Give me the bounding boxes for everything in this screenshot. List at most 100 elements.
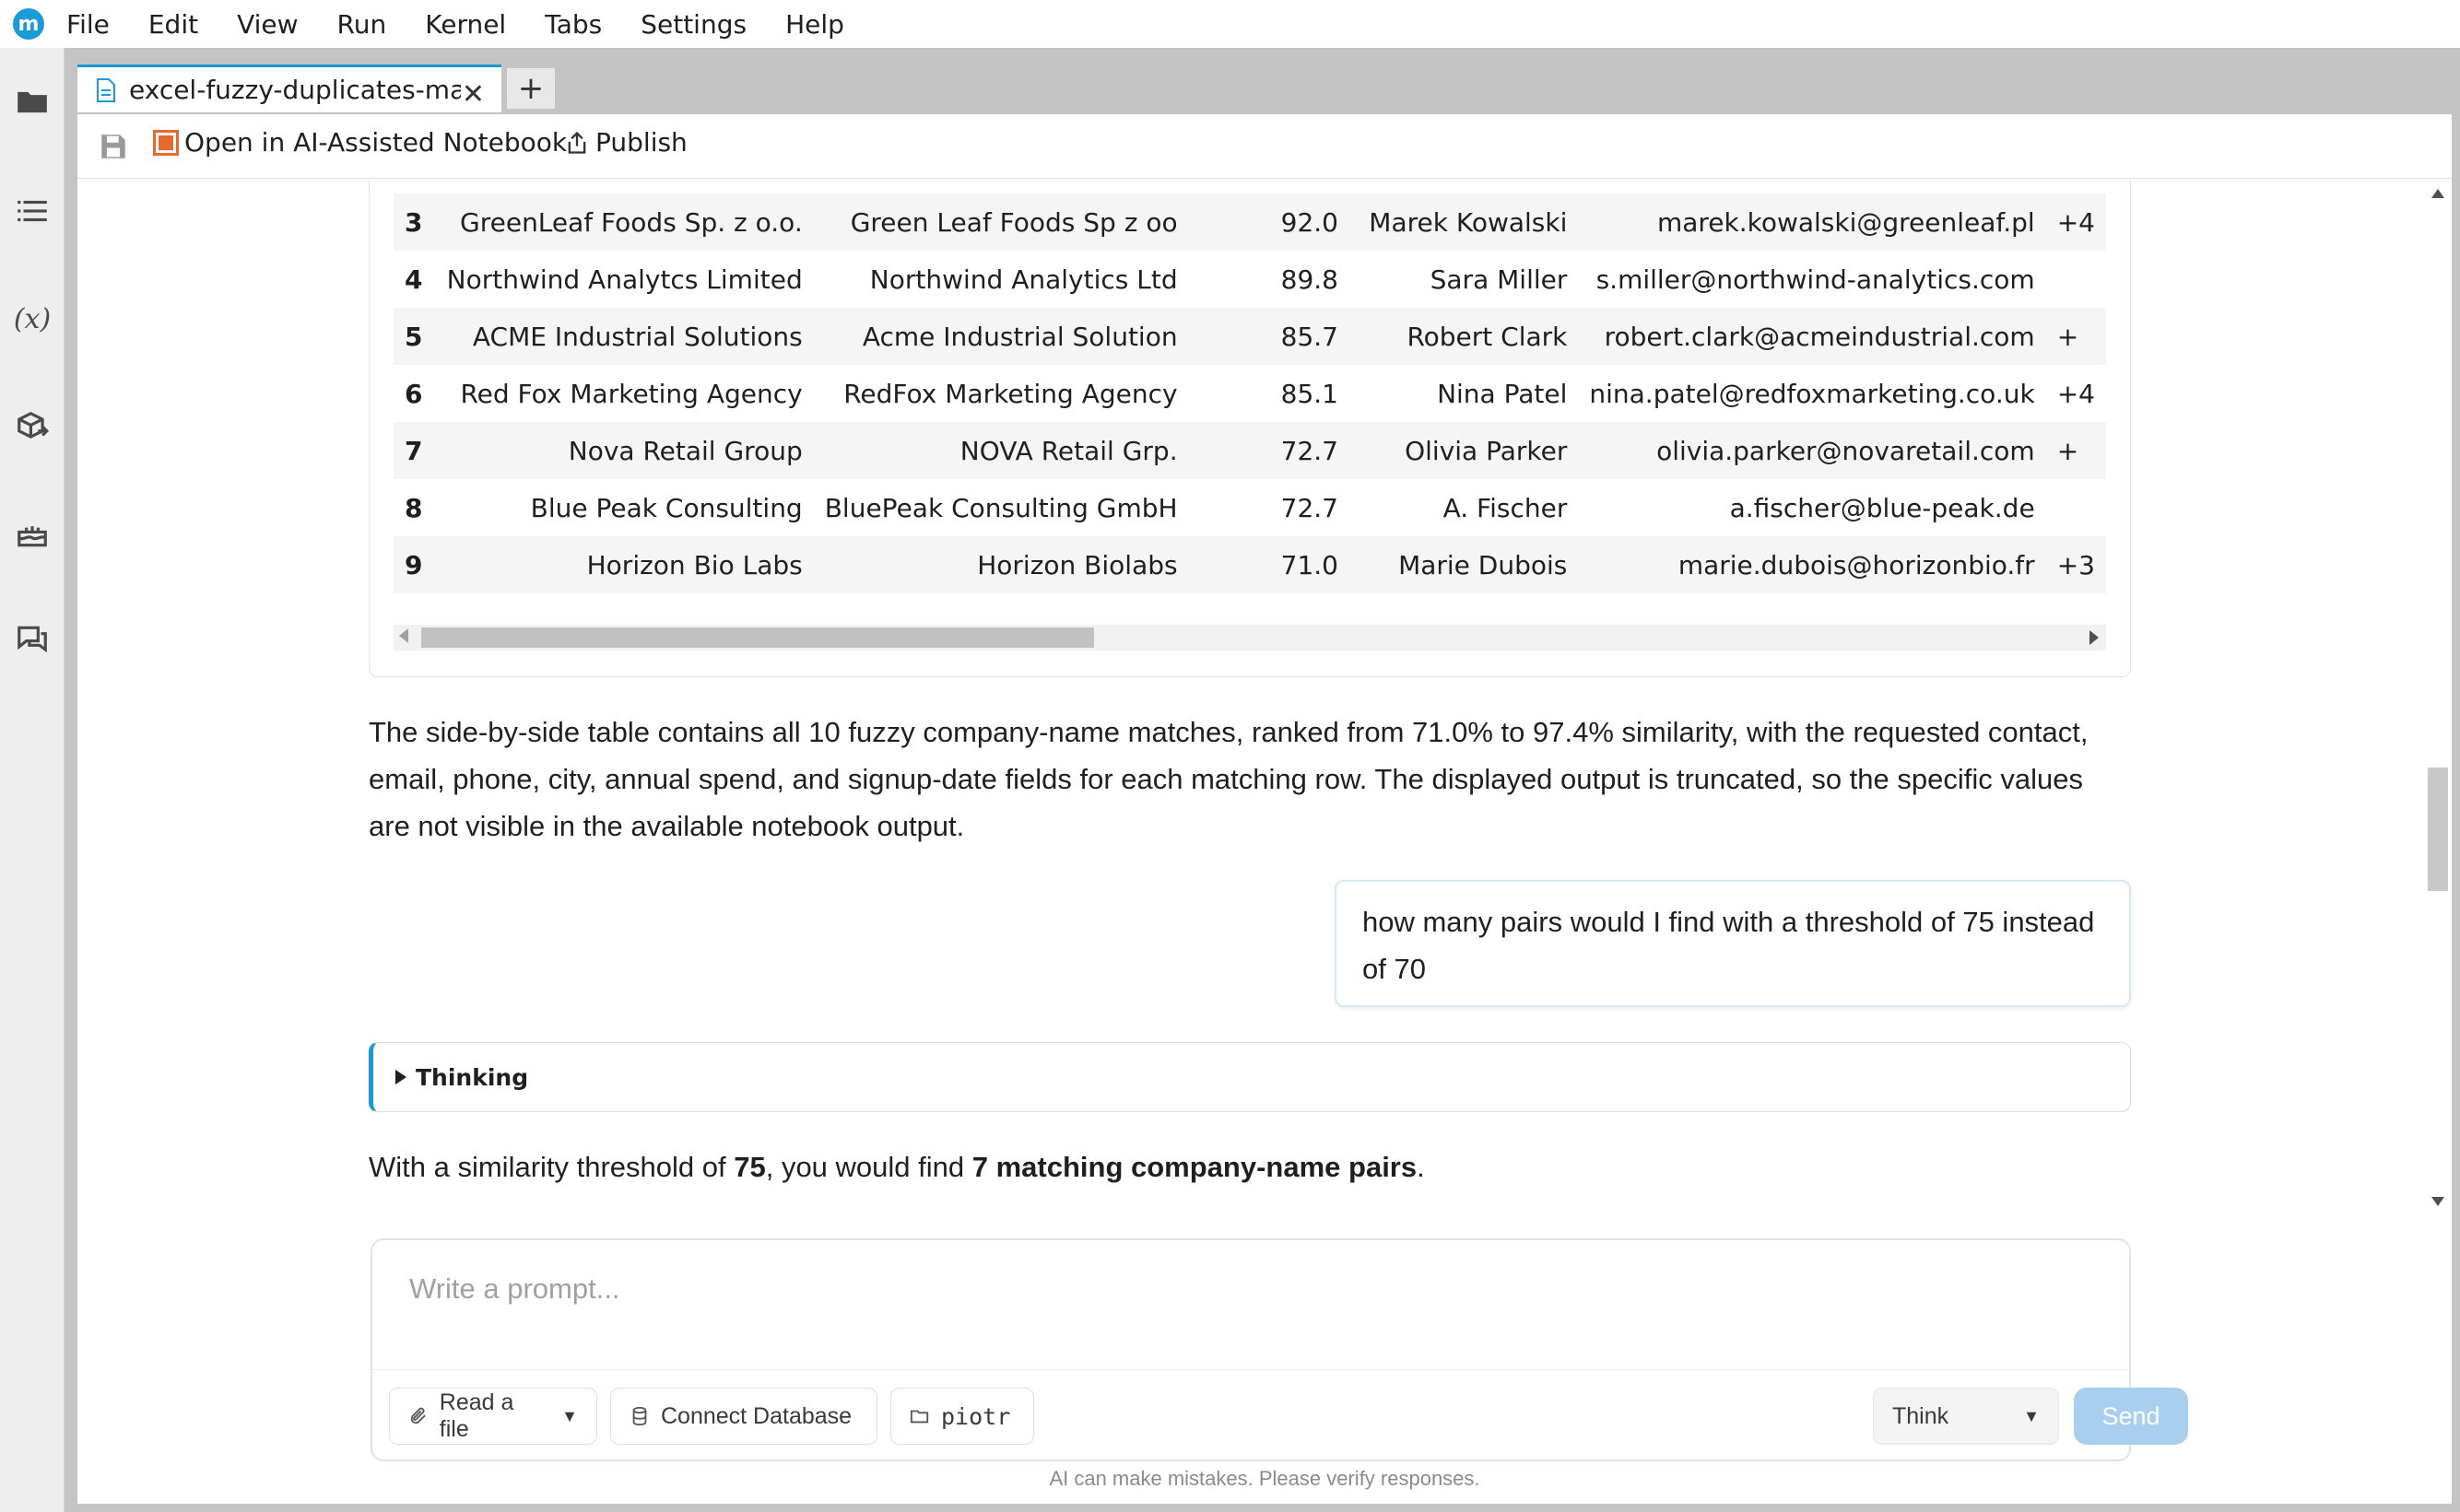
contact-name: Sara Miller — [1430, 264, 1568, 295]
open-ai-notebook-button[interactable]: Open in AI-Assisted Notebook — [153, 127, 567, 158]
chat-icon[interactable] — [12, 619, 53, 660]
email-cell: marie.dubois@horizonbio.fr — [1578, 536, 2046, 593]
ai-disclaimer: AI can make mistakes. Please verify resp… — [1049, 1467, 1480, 1490]
phone-cell — [2046, 251, 2106, 308]
contact-name: A. Fischer — [1442, 492, 1568, 523]
notebook-file-icon — [97, 77, 115, 102]
assistant-summary-text: The side-by-side table contains all 10 f… — [369, 716, 2089, 842]
answer-threshold: 75 — [734, 1151, 766, 1183]
table-row: 9 Horizon Bio Labs Horizon Biolabs 71.0 Mari… — [394, 536, 2106, 593]
similarity-score: 85.1 — [1280, 378, 1338, 409]
prompt-input[interactable] — [409, 1266, 2087, 1312]
package-icon[interactable] — [12, 406, 53, 447]
variables-icon[interactable]: (x) — [12, 299, 53, 339]
company-name-b: NOVA Retail Grp. — [813, 422, 1189, 479]
similarity-score: 72.7 — [1188, 422, 1349, 479]
table-row: 8 Blue Peak Consulting BluePeak Consulting… — [394, 479, 2106, 536]
menu-settings[interactable]: Settings — [641, 9, 747, 40]
vertical-scrollbar[interactable] — [2424, 180, 2452, 1212]
database-icon — [632, 1406, 647, 1426]
cake-icon[interactable] — [12, 513, 53, 554]
folder-open-icon — [910, 1410, 929, 1424]
horizontal-scrollbar[interactable] — [394, 625, 2106, 651]
scroll-left-arrow-icon[interactable] — [399, 628, 408, 643]
menu-run[interactable]: Run — [337, 9, 387, 40]
row-index: 6 — [405, 378, 423, 409]
menu-items: File Edit View Run Kernel Tabs Settings … — [66, 0, 883, 48]
contact-name: Marie Dubois — [1348, 536, 1579, 593]
email-cell: s.miller@northwind-analytics.com — [1595, 264, 2035, 295]
table-viewport: 3 GreenLeaf Foods Sp. z o.o. Green Leaf Fo… — [394, 193, 2106, 604]
folder-icon[interactable] — [12, 82, 53, 123]
paperclip-icon — [410, 1407, 426, 1424]
menu-help[interactable]: Help — [785, 9, 844, 40]
email-cell: a.fischer@blue-peak.de — [1729, 492, 2035, 523]
email-cell: olivia.parker@novaretail.com — [1578, 422, 2046, 479]
tab-label: excel-fuzzy-duplicates-match — [129, 75, 461, 105]
save-icon[interactable] — [98, 131, 129, 162]
output-table-card: 3 GreenLeaf Foods Sp. z o.o. Green Leaf Fo… — [369, 180, 2131, 677]
tab-notebook[interactable]: excel-fuzzy-duplicates-match ✕ — [77, 64, 501, 112]
close-icon[interactable]: ✕ — [462, 78, 485, 111]
company-name-b: RedFox Marketing Agency — [843, 378, 1178, 409]
left-sidebar: (x) — [0, 48, 65, 1512]
open-ai-notebook-label: Open in AI-Assisted Notebook — [184, 127, 568, 158]
row-index: 7 — [394, 422, 434, 479]
row-index: 8 — [405, 492, 423, 523]
publish-button[interactable]: Publish — [564, 127, 688, 158]
notebook-toolbar: Open in AI-Assisted Notebook Publish — [77, 114, 2452, 179]
row-index: 9 — [394, 536, 434, 593]
contact-name: Nina Patel — [1437, 378, 1568, 409]
contact-name: Robert Clark — [1348, 308, 1579, 365]
menu-kernel[interactable]: Kernel — [425, 9, 506, 40]
thinking-toggle[interactable]: Thinking — [369, 1042, 2131, 1112]
phone-cell: + — [2045, 422, 2106, 479]
row-index: 5 — [394, 308, 434, 365]
ai-notebook-icon — [153, 129, 179, 156]
panel-bottom-border — [77, 1504, 2452, 1512]
table-row: 7 Nova Retail Group NOVA Retail Grp. 72.7 Ol… — [394, 422, 2106, 479]
menu-edit[interactable]: Edit — [148, 9, 198, 40]
read-file-button[interactable]: Read a file ▼ — [389, 1388, 597, 1445]
table-row: 5 ACME Industrial Solutions Acme Industria… — [394, 308, 2106, 365]
horizontal-scroll-thumb[interactable] — [421, 627, 1094, 648]
menubar: m File Edit View Run Kernel Tabs Setting… — [0, 0, 2460, 48]
phone-cell: +4 — [2056, 378, 2095, 409]
assistant-answer-text: With a similarity threshold of 75, you w… — [369, 1143, 2131, 1190]
answer-middle: , you would find — [765, 1151, 972, 1183]
new-tab-button[interactable]: + — [507, 68, 555, 109]
answer-suffix: . — [1417, 1151, 1425, 1183]
similarity-score: 89.8 — [1280, 264, 1338, 295]
mode-select[interactable]: Think ▼ — [1873, 1388, 2059, 1445]
phone-cell: + — [2045, 308, 2106, 365]
phone-cell: +3 — [2045, 536, 2106, 593]
company-name-b: Green Leaf Foods Sp z oo — [813, 193, 1189, 251]
menu-tabs[interactable]: Tabs — [545, 9, 602, 40]
menu-file[interactable]: File — [66, 9, 110, 40]
vertical-scroll-thumb[interactable] — [2428, 768, 2448, 891]
similarity-score: 71.0 — [1188, 536, 1349, 593]
company-name-a: Horizon Bio Labs — [433, 536, 814, 593]
company-name-b: Northwind Analytics Ltd — [869, 264, 1178, 295]
table-row: 3 GreenLeaf Foods Sp. z o.o. Green Leaf Fo… — [394, 193, 2106, 251]
connect-database-button[interactable]: Connect Database — [610, 1388, 877, 1445]
answer-result: 7 matching company-name pairs — [971, 1151, 1418, 1183]
share-icon — [568, 131, 586, 154]
directory-chip[interactable]: piotr — [890, 1388, 1034, 1445]
contact-name: Olivia Parker — [1348, 422, 1579, 479]
user-message-text: how many pairs would I find with a thres… — [1362, 906, 2095, 985]
scroll-right-arrow-icon[interactable] — [2089, 630, 2099, 645]
send-button[interactable]: Send — [2074, 1388, 2188, 1445]
scroll-down-arrow-icon[interactable] — [2431, 1197, 2444, 1206]
email-cell: marek.kowalski@greenleaf.pl — [1578, 193, 2046, 251]
scroll-up-arrow-icon[interactable] — [2431, 189, 2444, 198]
notebook-panel: Open in AI-Assisted Notebook Publish 3 Gr… — [77, 114, 2452, 1504]
expand-triangle-icon — [395, 1070, 406, 1084]
company-name-b: Horizon Biolabs — [813, 536, 1189, 593]
phone-cell — [2046, 479, 2106, 536]
app-logo: m — [13, 8, 44, 40]
similarity-score: 85.7 — [1188, 308, 1349, 365]
menu-view[interactable]: View — [237, 9, 298, 40]
list-icon[interactable] — [12, 191, 53, 231]
company-name-a: Nova Retail Group — [433, 422, 814, 479]
